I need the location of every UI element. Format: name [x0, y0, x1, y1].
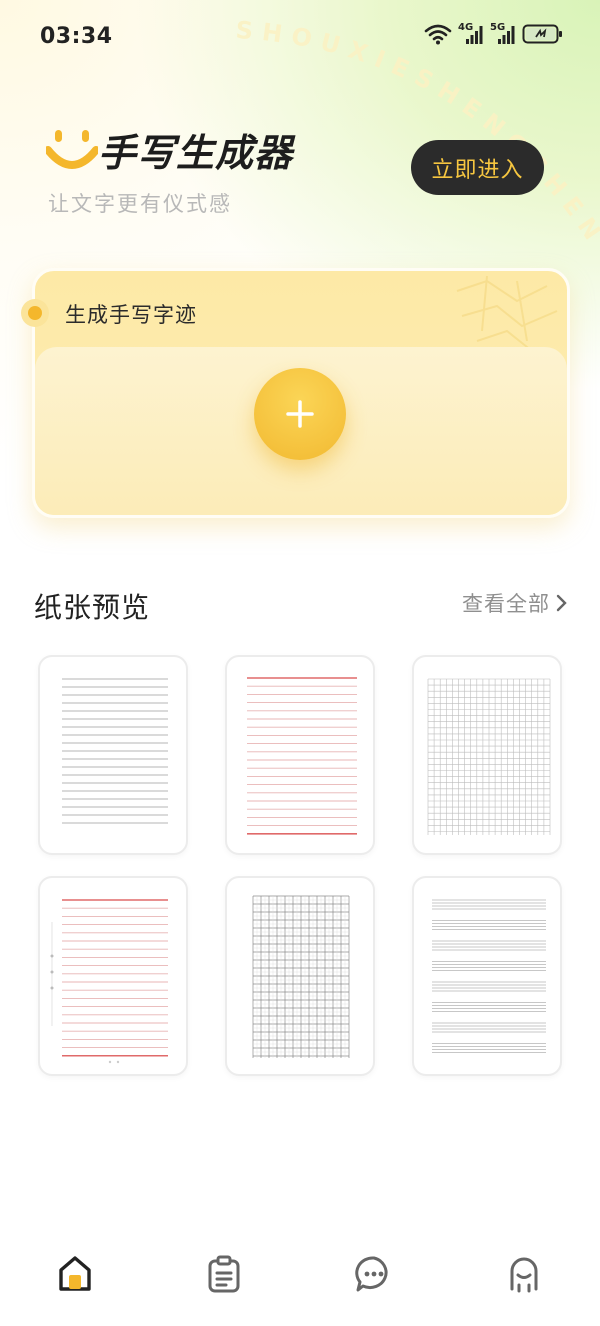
tab-messages[interactable]: [344, 1244, 404, 1304]
paper-dot: [108, 1060, 112, 1064]
paper-dot: [50, 970, 54, 974]
lined-paper-preview: [62, 678, 168, 824]
home-icon: [59, 1256, 91, 1291]
tab-profile[interactable]: [494, 1244, 554, 1304]
paper-template-grouped-lines[interactable]: [412, 876, 562, 1076]
card-bullet-dot: [21, 299, 49, 327]
plus-icon: [286, 400, 314, 428]
paper-template-red-lined[interactable]: [225, 655, 375, 855]
add-button[interactable]: [254, 368, 346, 460]
chevron-right-icon: [556, 594, 567, 612]
tab-records[interactable]: [194, 1244, 254, 1304]
clipboard-icon: [208, 1255, 240, 1293]
paper-dot: [116, 1060, 120, 1064]
paper-dot: [50, 954, 54, 958]
view-all-link[interactable]: 查看全部: [462, 588, 568, 618]
tab-home[interactable]: [45, 1244, 105, 1304]
app-title-text: 手写生成器: [98, 131, 294, 175]
app-subtitle: 让文字更有仪式感: [48, 192, 232, 216]
bottom-tab-bar: [0, 1226, 600, 1326]
paper-template-red-lined-margin[interactable]: [38, 876, 188, 1076]
paper-template-grid[interactable]: [412, 655, 562, 855]
paper-template-lined[interactable]: [38, 655, 188, 855]
red-lined-paper-preview: [247, 677, 357, 835]
paper-template-tian-grid[interactable]: [225, 876, 375, 1076]
chat-icon: [355, 1256, 388, 1292]
grid-paper-preview: [427, 678, 551, 835]
grouped-lines-paper-preview: [432, 899, 546, 1053]
red-lined-margin-paper-preview: [50, 899, 168, 1064]
app-title: 手写生成器: [46, 122, 293, 177]
paper-preview-title: 纸张预览: [34, 591, 151, 624]
paper-dot: [50, 986, 54, 990]
profile-icon: [510, 1257, 538, 1293]
enter-now-button[interactable]: 立即进入: [411, 140, 544, 195]
generate-card-label: 生成手写字迹: [65, 303, 197, 327]
tian-grid-paper-preview: [252, 895, 350, 1058]
view-all-label: 查看全部: [462, 592, 550, 616]
smile-logo-icon: [46, 129, 98, 169]
